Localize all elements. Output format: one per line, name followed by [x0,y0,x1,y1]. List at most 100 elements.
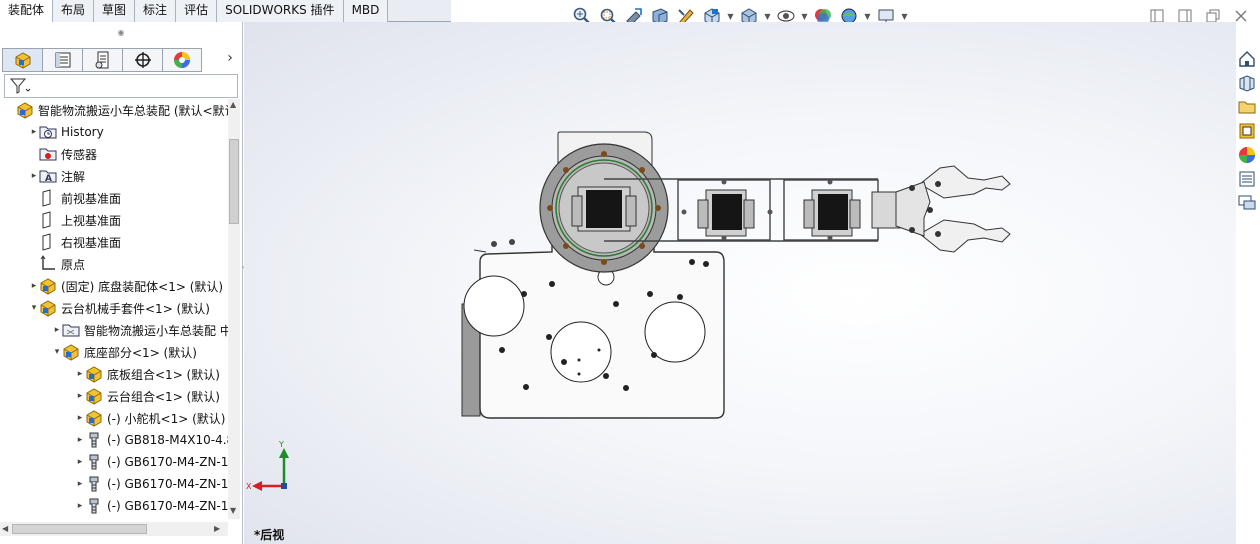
tree-item[interactable]: 上视基准面 [0,209,228,231]
tree-item-label: 智能物流搬运小车总装配 (默认<默认_ [38,103,228,118]
tree-item-label: (-) 小舵机<1> (默认) [107,411,226,426]
tree-item[interactable]: 原点 [0,253,228,275]
tree-item[interactable]: ▸ (-) GB6170-M4-ZN-10 [0,451,228,473]
configurationmanager-icon[interactable] [82,48,122,72]
scroll-left-icon[interactable]: ◀ [2,524,8,533]
tree-item-label: 智能物流搬运小车总装配 中的 [84,323,228,338]
tree-item-label: (-) GB6170-M4-ZN-10 [107,477,228,491]
subassembly-icon [85,409,103,427]
tab-4[interactable]: 评估 [176,0,218,22]
graphics-viewport[interactable]: Y X *后视 [244,22,1236,544]
panel-grip-handle[interactable]: ◉ [0,22,242,42]
tab-6[interactable]: MBD [343,0,389,22]
propertymanager-icon[interactable] [42,48,82,72]
tree-item[interactable]: ▸ (-) 小舵机<1> (默认) [0,407,228,429]
chevron-down-icon[interactable]: ▼ [863,12,872,21]
tree-item-label: History [61,125,104,139]
tree-item[interactable]: ▸ 云台组合<1> (默认) [0,385,228,407]
expand-arrow-icon[interactable]: ▸ [75,479,85,489]
scrollbar-thumb[interactable] [229,139,239,224]
tree-item-label: 原点 [61,257,86,272]
tree-item[interactable]: ▸ (-) GB818-M4X10-4.8- [0,429,228,451]
tree-item-label: 底板组合<1> (默认) [107,367,220,382]
scroll-down-icon[interactable]: ▼ [230,506,236,515]
subassembly-icon [85,365,103,383]
tree-vertical-scrollbar[interactable]: ▲ ▼ [228,99,240,519]
chevron-down-icon[interactable]: ▼ [800,12,809,21]
svg-text:A: A [45,174,52,184]
history-icon [39,123,57,141]
sensor-icon [39,145,57,163]
tree-item-label: (固定) 底盘装配体<1> (默认) [61,279,224,294]
tree-item[interactable]: 前视基准面 [0,187,228,209]
manager-tabs [2,48,202,72]
scroll-up-icon[interactable]: ▲ [230,100,236,109]
tree-item[interactable]: ▾ 云台机械手套件<1> (默认) [0,297,228,319]
robot-arm-model[interactable] [454,122,1024,422]
tree-item-label: 右视基准面 [61,235,122,250]
design-library-icon[interactable] [1236,72,1258,94]
custom-properties-icon[interactable] [1236,168,1258,190]
tab-3[interactable]: 标注 [135,0,177,22]
expand-arrow-icon[interactable]: ▸ [75,457,85,467]
tree-item[interactable]: ▸ History [0,121,228,143]
expand-arrow-icon[interactable]: ▸ [29,281,39,291]
file-explorer-icon[interactable] [1236,96,1258,118]
tree-item-label: (-) GB6170-M4-ZN-10 [107,455,228,469]
collapse-arrow-icon[interactable]: ▾ [52,347,62,357]
screw-part-icon [85,497,103,515]
tree-item-label: 云台机械手套件<1> (默认) [61,301,210,316]
scroll-right-icon[interactable]: ▶ [214,524,220,533]
tree-item[interactable]: 智能物流搬运小车总装配 (默认<默认_ [0,99,228,121]
tab-1[interactable]: 布局 [53,0,95,22]
expand-arrow-icon[interactable]: ▸ [29,171,39,181]
tree-item-label: 上视基准面 [61,213,122,228]
chevron-down-icon[interactable]: ▼ [726,12,735,21]
view-palette-icon[interactable] [1236,120,1258,142]
tab-5[interactable]: SOLIDWORKS 插件 [217,0,344,22]
forum-icon[interactable] [1236,192,1258,214]
dimxpert-icon[interactable] [122,48,162,72]
subassembly-icon [39,277,57,295]
tree-item[interactable]: ▾ 底座部分<1> (默认) [0,341,228,363]
tree-item[interactable]: ▸ (-) GB6170-M4-ZN-10 [0,473,228,495]
tree-item-label: (-) GB818-M4X10-4.8- [107,433,228,447]
command-manager-tabs: 装配体 布局 草图 标注 评估 SOLIDWORKS 插件 MBD [0,0,451,22]
tab-2[interactable]: 草图 [94,0,136,22]
plane-icon [39,233,57,251]
expand-arrow-icon[interactable]: ▸ [75,369,85,379]
mates-icon [62,321,80,339]
tab-0[interactable]: 装配体 [0,0,54,22]
chevron-down-icon[interactable]: ▼ [900,12,909,21]
expand-arrow-icon[interactable]: ▸ [75,435,85,445]
chevron-right-icon[interactable]: › [222,50,238,70]
tree-item[interactable]: ▸ A 注解 [0,165,228,187]
tree-item[interactable]: 传感器 [0,143,228,165]
chevron-down-icon[interactable]: ▼ [763,12,772,21]
tree-horizontal-scrollbar[interactable]: ◀ ▶ [0,522,228,536]
tree-item[interactable]: ▸ 底板组合<1> (默认) [0,363,228,385]
triad-x-label: X [246,482,252,491]
tree-filter[interactable] [4,74,238,98]
tree-item[interactable]: 右视基准面 [0,231,228,253]
screw-part-icon [85,475,103,493]
tree-item[interactable]: ▸ (固定) 底盘装配体<1> (默认) [0,275,228,297]
tree-item[interactable]: ▸ (-) GB6170-M4-ZN-10 [0,495,228,517]
expand-arrow-icon[interactable]: ▸ [52,325,62,335]
collapse-arrow-icon[interactable]: ▾ [29,303,39,313]
tree-item-label: 底座部分<1> (默认) [84,345,197,360]
tree-item[interactable]: ▸ 智能物流搬运小车总装配 中的 [0,319,228,341]
scrollbar-thumb[interactable] [12,524,147,534]
solidworks-resources-icon[interactable] [1236,48,1258,70]
appearances-icon[interactable] [1236,144,1258,166]
display-manager-icon[interactable] [162,48,202,72]
feature-manager-panel: ◉ › 智能物流搬运小车总装配 (默认<默认_ ▸ History 传感器 ▸ A 注解 前视… [0,22,243,544]
expand-arrow-icon[interactable]: ▸ [75,413,85,423]
featuremanager-icon[interactable] [2,48,42,72]
origin-icon [39,255,57,273]
expand-arrow-icon[interactable]: ▸ [75,391,85,401]
expand-arrow-icon[interactable]: ▸ [29,127,39,137]
expand-arrow-icon[interactable]: ▸ [75,501,85,511]
tree-item-label: (-) GB6170-M4-ZN-10 [107,499,228,513]
screw-part-icon [85,453,103,471]
